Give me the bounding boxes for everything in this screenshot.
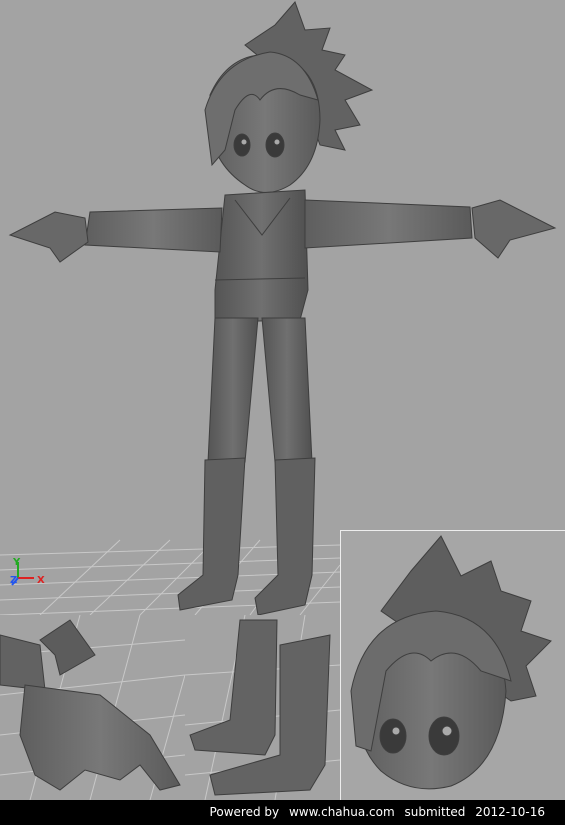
hand-closeup-render xyxy=(0,615,185,800)
footer-powered-by: Powered by xyxy=(209,805,280,819)
axis-y-label: Y xyxy=(12,557,21,568)
footer-submitted-label: submitted xyxy=(404,805,466,819)
legs xyxy=(207,317,313,463)
head-closeup-viewport[interactable] xyxy=(340,530,565,801)
footer-site-link[interactable]: www.chahua.com xyxy=(289,805,395,819)
torso xyxy=(214,189,309,323)
footer-date: 2012-10-16 xyxy=(475,805,545,819)
boots xyxy=(177,457,316,616)
hand-closeup-viewport[interactable] xyxy=(0,615,185,800)
axis-x-label: X xyxy=(37,575,45,586)
watermark-footer: Powered by www.chahua.com submitted 2012… xyxy=(0,800,565,825)
head xyxy=(204,51,321,193)
head-closeup-render xyxy=(350,535,552,790)
boots-closeup-render xyxy=(185,615,340,800)
axis-z-label: Z xyxy=(10,575,17,586)
render-sheet: Y Z X Powered by www.chahua.com submitte… xyxy=(0,0,565,825)
boots-closeup-viewport[interactable] xyxy=(185,615,340,800)
